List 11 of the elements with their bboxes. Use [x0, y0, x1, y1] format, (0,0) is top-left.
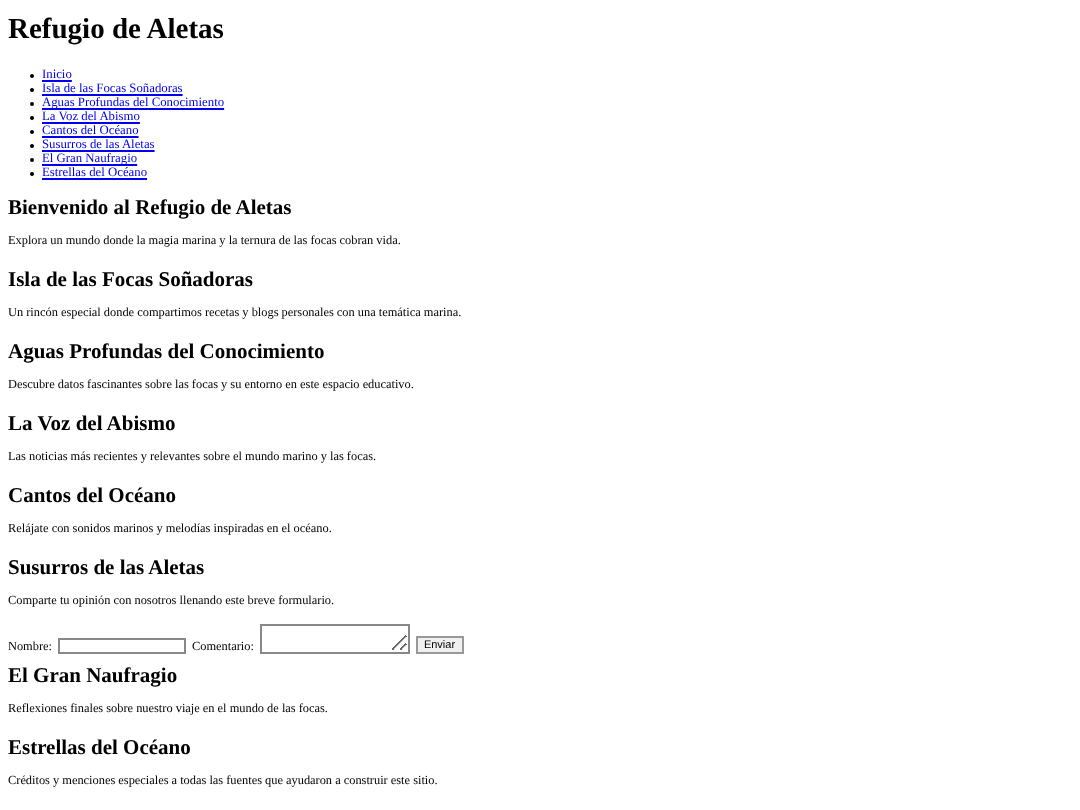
comment-textarea[interactable]: [259, 624, 410, 654]
section-heading: Isla de las Focas Soñadoras: [8, 270, 256, 294]
section-heading: Susurros de las Aletas: [8, 558, 207, 582]
section-heading: El Gran Naufragio: [8, 666, 180, 690]
section-heading: Bienvenido al Refugio de Aletas: [8, 198, 294, 222]
name-input[interactable]: [58, 638, 186, 654]
section-heading: Estrellas del Océano: [8, 738, 193, 762]
section-heading: La Voz del Abismo: [8, 414, 178, 438]
section-heading: Cantos del Océano: [8, 486, 178, 510]
section-heading: Aguas Profundas del Conocimiento: [8, 342, 327, 366]
site-title: Refugio de Aletas: [8, 14, 226, 48]
